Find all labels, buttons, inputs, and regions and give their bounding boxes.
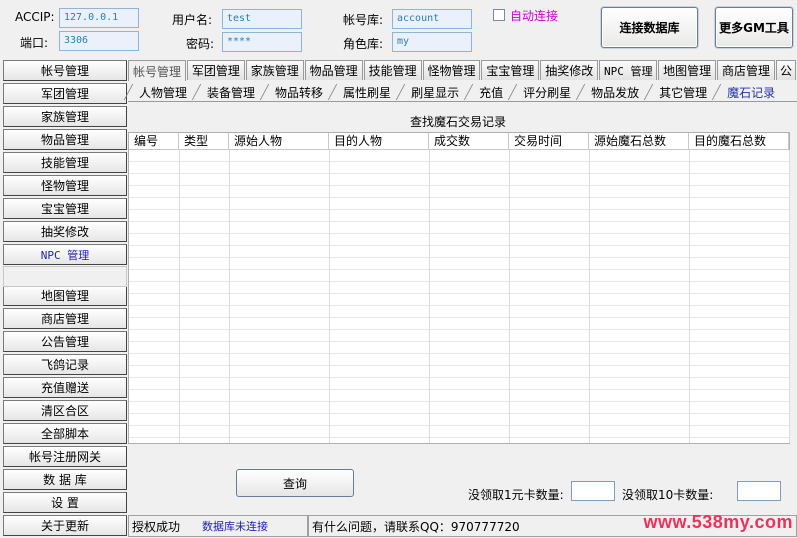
accip-field[interactable]: 127.0.0.1: [59, 8, 139, 28]
records-grid[interactable]: 编号 类型 源始人物 目的人物 成交数 交易时间 源始魔石总数 目的魔石总数: [128, 132, 790, 444]
grid-column-header[interactable]: 目的人物: [329, 133, 429, 149]
sub-tab[interactable]: 物品转移: [264, 82, 332, 102]
grid-column-divider: [689, 150, 690, 443]
more-gm-tools-button[interactable]: 更多GM工具: [715, 7, 793, 48]
accip-label: ACCIP:: [15, 10, 55, 24]
account-db-label: 帐号库:: [343, 13, 384, 27]
top-tab[interactable]: 军团管理: [186, 60, 245, 80]
top-tab[interactable]: 家族管理: [245, 60, 304, 80]
sidebar-item[interactable]: 公告管理: [3, 331, 127, 352]
sidebar-item[interactable]: 全部脚本: [3, 423, 127, 444]
top-tab[interactable]: 物品管理: [304, 60, 363, 80]
sidebar-item[interactable]: 关于更新: [3, 515, 127, 536]
top-tab[interactable]: 公: [775, 60, 796, 80]
sub-tab[interactable]: 属性刷星: [332, 82, 400, 102]
sidebar-spacer: [3, 266, 127, 287]
sub-tab[interactable]: 其它管理: [648, 82, 716, 102]
auto-connect-checkbox[interactable]: [493, 9, 505, 21]
top-tab[interactable]: 怪物管理: [422, 60, 481, 80]
username-field[interactable]: test: [222, 9, 302, 29]
grid-column-divider: [789, 150, 790, 443]
auth-status: 授权成功: [132, 519, 181, 534]
db-status: 数据库未连接: [202, 520, 269, 533]
auto-connect-label[interactable]: 自动连接: [510, 7, 558, 24]
sidebar-item[interactable]: 抽奖修改: [3, 221, 127, 242]
top-tab[interactable]: 宝宝管理: [481, 60, 540, 80]
top-tab[interactable]: 抽奖修改: [540, 60, 599, 80]
role-db-label: 角色库:: [343, 37, 384, 51]
sidebar-item[interactable]: NPC 管理: [3, 244, 127, 265]
unclaimed-10-input[interactable]: [737, 481, 781, 501]
sidebar-item[interactable]: 家族管理: [3, 106, 127, 127]
password-label: 密码:: [186, 37, 215, 51]
sidebar-item[interactable]: 物品管理: [3, 129, 127, 150]
username-label: 用户名:: [172, 13, 213, 27]
sub-tab[interactable]: 魔石记录: [716, 82, 784, 102]
grid-column-divider: [509, 150, 510, 443]
grid-column-header[interactable]: 类型: [179, 133, 229, 149]
sidebar-item[interactable]: 清区合区: [3, 400, 127, 421]
unclaimed-1yuan-input[interactable]: [571, 481, 615, 501]
grid-column-divider: [229, 150, 230, 443]
sidebar-item[interactable]: 设 置: [3, 492, 127, 513]
port-field[interactable]: 3306: [59, 31, 139, 51]
sidebar-item[interactable]: 帐号管理: [3, 60, 127, 81]
grid-column-divider: [329, 150, 330, 443]
sub-tab[interactable]: 充值: [468, 82, 512, 102]
query-button[interactable]: 查询: [236, 469, 354, 497]
top-tab-bar: 帐号管理 军团管理 家族管理 物品管理 技能管理 怪物管理 宝宝管理 抽奖修改 NPC 管理 地图…: [128, 60, 797, 81]
sub-tab[interactable]: 人物管理: [128, 82, 196, 102]
unclaimed-10-label: 没领取10卡数量:: [622, 488, 714, 502]
sidebar-item[interactable]: 技能管理: [3, 152, 127, 173]
unclaimed-1yuan-label: 没领取1元卡数量:: [468, 488, 564, 502]
grid-column-header[interactable]: 成交数: [429, 133, 509, 149]
top-tab[interactable]: NPC 管理: [599, 60, 658, 80]
sidebar-item[interactable]: 商店管理: [3, 308, 127, 329]
sub-tab[interactable]: 物品发放: [580, 82, 648, 102]
sidebar-item[interactable]: 宝宝管理: [3, 198, 127, 219]
sidebar-item[interactable]: 数 据 库: [3, 469, 127, 490]
sidebar-item[interactable]: 地图管理: [3, 285, 127, 306]
sub-tab[interactable]: 装备管理: [196, 82, 264, 102]
connect-db-button[interactable]: 连接数据库: [601, 7, 698, 48]
sidebar-item[interactable]: 充值赠送: [3, 377, 127, 398]
password-field[interactable]: ****: [222, 32, 302, 52]
grid-column-divider: [429, 150, 430, 443]
grid-column-header[interactable]: 源始人物: [229, 133, 329, 149]
sub-tab[interactable]: 刷星显示: [400, 82, 468, 102]
grid-column-divider: [179, 150, 180, 443]
sub-tab-bar: 人物管理 装备管理 物品转移 属性刷星 刷星显示 充值 评分刷星 物品发放 其它管理 魔石记录: [128, 82, 797, 102]
grid-column-header[interactable]: 目的魔石总数: [689, 133, 789, 149]
top-tab[interactable]: 地图管理: [658, 60, 717, 80]
top-tab[interactable]: 帐号管理: [128, 60, 186, 81]
account-db-field[interactable]: account: [392, 9, 472, 29]
grid-column-header[interactable]: 编号: [129, 133, 179, 149]
sub-tab[interactable]: 评分刷星: [512, 82, 580, 102]
sidebar-item[interactable]: 帐号注册网关: [3, 446, 127, 467]
grid-title: 查找魔石交易记录: [409, 115, 506, 129]
sidebar-item[interactable]: 军团管理: [3, 83, 127, 104]
contact-text: 有什么问题，请联系QQ：970777720: [312, 519, 520, 534]
grid-column-header[interactable]: 源始魔石总数: [589, 133, 689, 149]
role-db-field[interactable]: my: [392, 32, 472, 52]
sidebar-item[interactable]: 怪物管理: [3, 175, 127, 196]
sidebar-item[interactable]: 飞鸽记录: [3, 354, 127, 375]
grid-header: 编号 类型 源始人物 目的人物 成交数 交易时间 源始魔石总数 目的魔石总数: [129, 133, 789, 150]
top-tab[interactable]: 商店管理: [717, 60, 775, 80]
top-tab[interactable]: 技能管理: [363, 60, 422, 80]
grid-column-divider: [589, 150, 590, 443]
watermark: www.538my.com: [643, 512, 793, 532]
port-label: 端口:: [20, 36, 49, 50]
status-auth-panel: 授权成功 数据库未连接: [128, 515, 308, 537]
grid-column-header[interactable]: 交易时间: [509, 133, 589, 149]
grid-body[interactable]: [129, 150, 789, 443]
